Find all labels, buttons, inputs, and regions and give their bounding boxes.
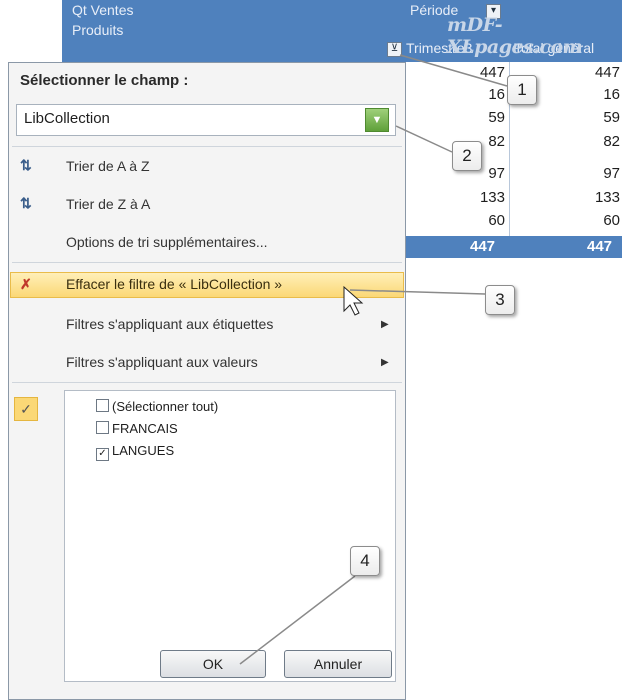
mouse-cursor-icon: [343, 285, 364, 316]
callout-1: 1: [507, 75, 537, 105]
callout-3: 3: [485, 285, 515, 315]
callout-lines: [239, 54, 508, 665]
callout-4: 4: [350, 546, 380, 576]
callout-2: 2: [452, 141, 482, 171]
